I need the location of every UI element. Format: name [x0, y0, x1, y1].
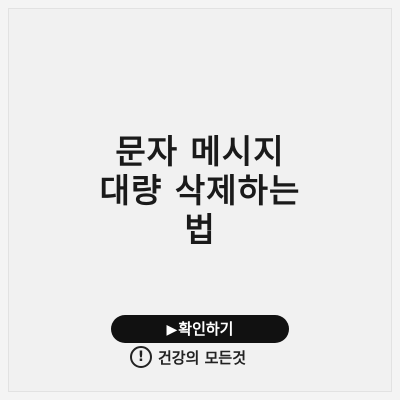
- title-line-3: 법: [184, 210, 216, 249]
- page-title: 문자 메시지 대량 삭제하는 법: [0, 132, 400, 249]
- confirm-button[interactable]: ▶확인하기: [111, 315, 289, 343]
- title-line-2: 대량 삭제하는: [99, 171, 301, 210]
- confirm-button-label: 확인하기: [178, 320, 234, 338]
- brand-name: 건강의 모든것: [158, 348, 247, 367]
- title-line-1: 문자 메시지: [115, 132, 285, 171]
- brand: ! 건강의 모든것: [130, 346, 246, 368]
- play-arrow-icon: ▶: [166, 322, 178, 338]
- exclamation-circle-icon: !: [130, 346, 152, 368]
